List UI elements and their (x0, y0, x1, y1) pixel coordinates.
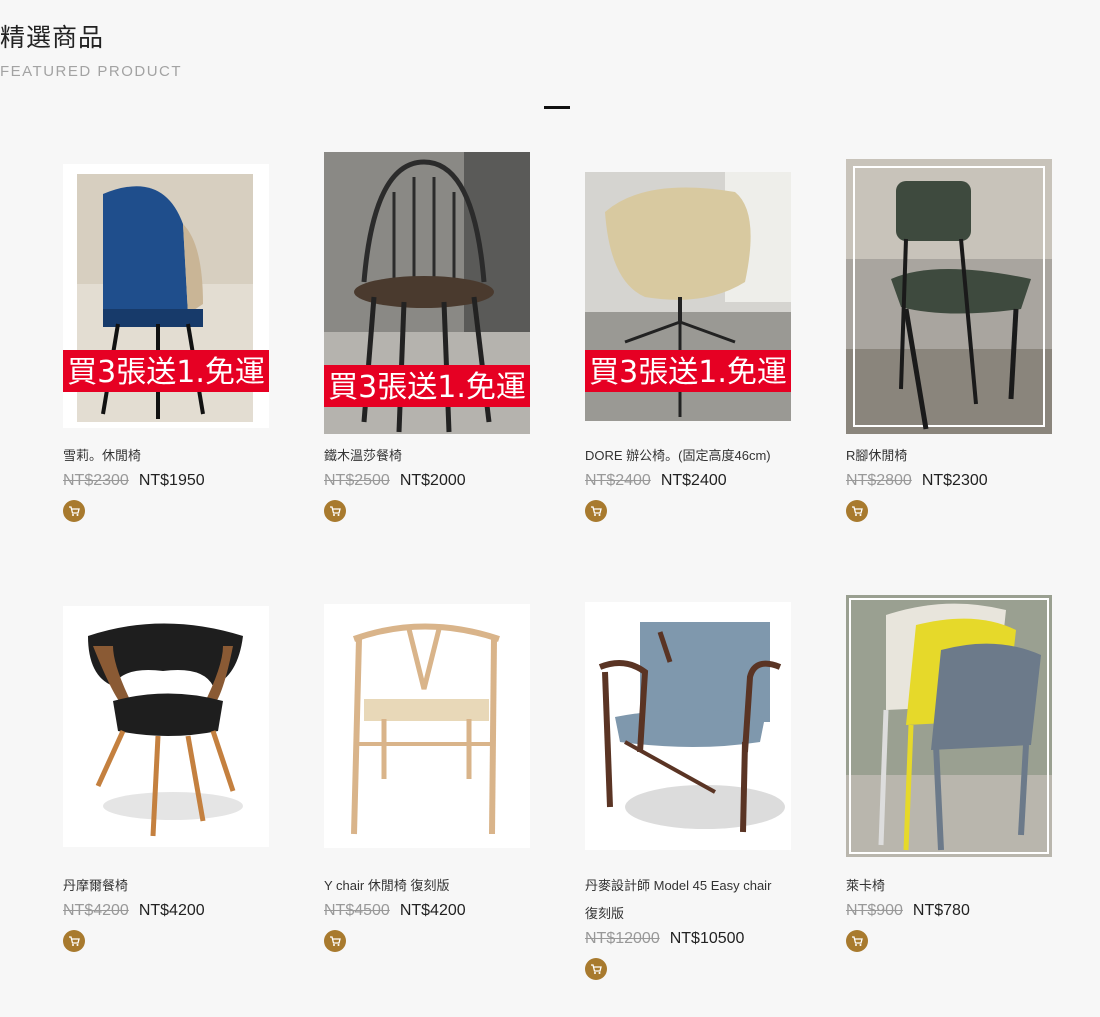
product-image[interactable]: 買3張送1.免運 (63, 164, 269, 428)
sale-price: NT$10500 (669, 930, 745, 947)
sale-price: NT$2000 (399, 472, 466, 489)
sale-price: NT$780 (912, 902, 970, 919)
product-prices: NT$900 NT$780 (846, 902, 970, 920)
shopping-cart-icon (69, 506, 80, 516)
shopping-cart-icon (69, 936, 80, 946)
original-price: NT$4500 (324, 902, 390, 919)
title-divider (544, 106, 570, 109)
shopping-cart-icon (852, 936, 863, 946)
product-name[interactable]: 萊卡椅 (846, 872, 1056, 900)
product-image[interactable] (324, 604, 530, 848)
product-prices: NT$4200 NT$4200 (63, 902, 205, 920)
add-to-cart-button[interactable] (585, 958, 607, 980)
add-to-cart-button[interactable] (63, 500, 85, 522)
product-prices: NT$2500 NT$2000 (324, 472, 466, 490)
original-price: NT$2500 (324, 472, 390, 489)
add-to-cart-button[interactable] (63, 930, 85, 952)
promo-badge: 買3張送1.免運 (67, 355, 265, 390)
product-image[interactable]: 買3張送1.免運 (324, 152, 530, 434)
sale-price: NT$1950 (138, 472, 205, 489)
product-image[interactable]: 買3張送1.免運 (585, 172, 791, 421)
sale-price: NT$2300 (921, 472, 988, 489)
product-prices: NT$2400 NT$2400 (585, 472, 727, 490)
product-image[interactable] (63, 606, 269, 847)
section-title: 精選商品 (0, 23, 105, 52)
promo-badge: 買3張送1.免運 (589, 355, 787, 390)
shopping-cart-icon (591, 506, 602, 516)
add-to-cart-button[interactable] (585, 500, 607, 522)
product-name[interactable]: R腳休閒椅 (846, 442, 1056, 470)
product-name[interactable]: 雪莉。休閒椅 (63, 442, 273, 470)
promo-badge: 買3張送1.免運 (328, 370, 526, 405)
product-name-line1: 丹麥設計師 Model 45 Easy chair (585, 878, 772, 893)
sale-price: NT$4200 (138, 902, 205, 919)
product-prices: NT$4500 NT$4200 (324, 902, 466, 920)
product-name-line2: 復刻版 (585, 906, 625, 921)
original-price: NT$900 (846, 902, 903, 919)
product-name[interactable]: DORE 辦公椅。(固定高度46cm) (585, 442, 795, 470)
add-to-cart-button[interactable] (846, 500, 868, 522)
add-to-cart-button[interactable] (846, 930, 868, 952)
product-image[interactable] (846, 595, 1052, 857)
add-to-cart-button[interactable] (324, 930, 346, 952)
original-price: NT$12000 (585, 930, 660, 947)
original-price: NT$4200 (63, 902, 129, 919)
original-price: NT$2400 (585, 472, 651, 489)
product-prices: NT$2300 NT$1950 (63, 472, 205, 490)
original-price: NT$2800 (846, 472, 912, 489)
original-price: NT$2300 (63, 472, 129, 489)
sale-price: NT$2400 (660, 472, 727, 489)
shopping-cart-icon (852, 506, 863, 516)
shopping-cart-icon (330, 506, 341, 516)
product-name[interactable]: 丹麥設計師 Model 45 Easy chair 復刻版 (585, 872, 795, 928)
sale-price: NT$4200 (399, 902, 466, 919)
product-name[interactable]: Y chair 休閒椅 復刻版 (324, 872, 534, 900)
product-prices: NT$2800 NT$2300 (846, 472, 988, 490)
product-image[interactable] (585, 602, 791, 850)
add-to-cart-button[interactable] (324, 500, 346, 522)
product-name[interactable]: 丹摩爾餐椅 (63, 872, 273, 900)
product-name[interactable]: 鐵木溫莎餐椅 (324, 442, 534, 470)
product-image[interactable] (846, 159, 1052, 434)
shopping-cart-icon (330, 936, 341, 946)
shopping-cart-icon (591, 964, 602, 974)
product-prices: NT$12000 NT$10500 (585, 930, 744, 948)
section-subtitle: FEATURED PRODUCT (0, 63, 183, 80)
